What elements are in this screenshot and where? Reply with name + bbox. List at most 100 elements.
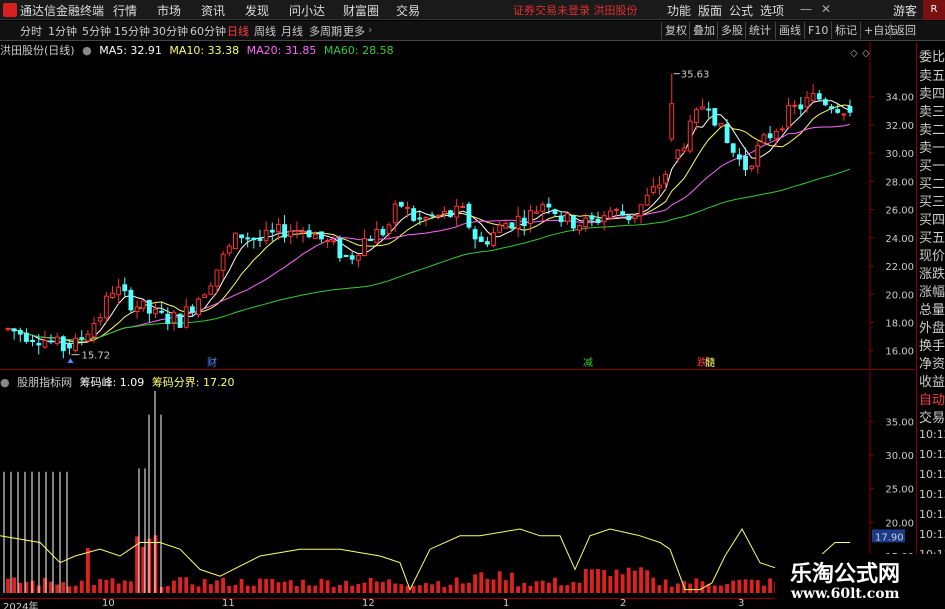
candle-body bbox=[429, 214, 435, 217]
rp-volume[interactable]: 总量 bbox=[919, 299, 945, 318]
period-fenshi[interactable]: 分时 bbox=[20, 23, 42, 39]
minimize-icon[interactable]: — bbox=[800, 2, 812, 16]
menu-gongshi[interactable]: 公式 bbox=[729, 2, 753, 19]
menu-xuanxiang[interactable]: 选项 bbox=[760, 2, 784, 19]
chip-bar bbox=[755, 580, 760, 593]
chip-bar bbox=[282, 581, 287, 593]
btn-huaxian[interactable]: 画线 bbox=[775, 22, 804, 39]
menu-zixun[interactable]: 资讯 bbox=[201, 2, 225, 19]
close-icon[interactable]: ✕ bbox=[821, 2, 831, 16]
candle-body bbox=[724, 124, 730, 143]
rp-auto[interactable]: 自动 bbox=[919, 389, 945, 408]
chip-bar bbox=[172, 580, 176, 593]
chip-bar bbox=[264, 578, 269, 593]
chip-bar bbox=[497, 571, 502, 593]
candlestick-chart[interactable]: 16.00 18.00 20.00 22.00 24.00 26.00 28.00 30.00… bbox=[0, 42, 915, 370]
btn-back[interactable]: 返回 bbox=[890, 22, 919, 39]
rp-sell4[interactable]: 卖四 bbox=[919, 83, 945, 102]
candle-body bbox=[269, 229, 275, 233]
period-1min[interactable]: 1分钟 bbox=[48, 23, 77, 39]
chip-bar bbox=[559, 585, 564, 593]
login-status[interactable]: 证券交易未登录 洪田股份 bbox=[513, 2, 638, 18]
rp-outer[interactable]: 外盘 bbox=[919, 317, 945, 336]
period-60min[interactable]: 60分钟 bbox=[190, 23, 226, 39]
rp-weibi[interactable]: 委比 bbox=[919, 46, 945, 65]
menu-wenxiaoda[interactable]: 问小达 bbox=[289, 2, 325, 19]
rp-sell1[interactable]: 卖一 bbox=[919, 137, 945, 156]
rp-netasset[interactable]: 净资 bbox=[919, 353, 945, 372]
candle-body bbox=[583, 217, 589, 228]
indicator-dot-icon[interactable]: ● bbox=[0, 376, 10, 389]
settings-dot-icon[interactable]: ● bbox=[82, 44, 92, 57]
period-weekly[interactable]: 周线 bbox=[254, 23, 276, 39]
rp-earnings[interactable]: 收益 bbox=[919, 371, 945, 390]
period-30min[interactable]: 30分钟 bbox=[152, 23, 188, 39]
chip-bar bbox=[657, 585, 662, 593]
rp-buy4[interactable]: 买四 bbox=[919, 209, 945, 228]
btn-biaoji[interactable]: 标记 bbox=[831, 22, 860, 39]
period-monthly[interactable]: 月线 bbox=[281, 23, 303, 39]
btn-duogu[interactable]: 多股 bbox=[717, 22, 746, 39]
ma60-line bbox=[7, 168, 851, 341]
chip-bar bbox=[319, 578, 324, 593]
menu-gongneng[interactable]: 功能 bbox=[667, 2, 691, 19]
period-5min[interactable]: 5分钟 bbox=[82, 23, 111, 39]
chip-bar bbox=[49, 581, 53, 593]
chip-bar bbox=[276, 582, 281, 593]
period-more[interactable]: 更多 bbox=[343, 23, 365, 39]
chip-bar bbox=[602, 570, 607, 593]
btn-fuquan[interactable]: 复权 bbox=[661, 22, 690, 39]
candle-body bbox=[595, 218, 601, 223]
rp-sell2[interactable]: 卖二 bbox=[919, 119, 945, 138]
chevron-right-icon[interactable]: › bbox=[368, 23, 372, 36]
rp-sell3[interactable]: 卖三 bbox=[919, 101, 945, 120]
chip-bar bbox=[632, 570, 637, 593]
chip-bar bbox=[467, 582, 471, 593]
menu-hangqing[interactable]: 行情 bbox=[113, 2, 137, 19]
menu-banmian[interactable]: 版面 bbox=[698, 2, 722, 19]
candle-body bbox=[540, 204, 546, 212]
rp-change[interactable]: 涨跌 bbox=[919, 263, 945, 282]
chip-bar bbox=[553, 577, 557, 593]
price-tick-label: 32.00 bbox=[885, 121, 914, 132]
watermark: 乐淘公式网 www.60lt.com bbox=[775, 554, 945, 609]
guest-label[interactable]: 游客 bbox=[893, 2, 917, 19]
rp-trade[interactable]: 交易 bbox=[919, 407, 945, 426]
chip-bar bbox=[424, 583, 428, 593]
rp-buy5[interactable]: 买五 bbox=[919, 227, 945, 246]
rp-buy3[interactable]: 买三 bbox=[919, 191, 945, 210]
candle-body bbox=[380, 228, 386, 236]
candle-body bbox=[687, 120, 693, 152]
chip-bar bbox=[731, 580, 736, 593]
candle-body bbox=[700, 106, 705, 110]
rp-sell5[interactable]: 卖五 bbox=[919, 65, 945, 84]
menu-jiaoyi[interactable]: 交易 bbox=[396, 2, 420, 19]
menu-shichang[interactable]: 市场 bbox=[157, 2, 181, 19]
btn-diejia[interactable]: 叠加 bbox=[689, 22, 718, 39]
rp-time-3: 10:12 bbox=[919, 468, 945, 481]
chip-bar bbox=[12, 577, 17, 593]
btn-tongji[interactable]: 统计 bbox=[745, 22, 774, 39]
rp-turnover[interactable]: 换手 bbox=[919, 335, 945, 354]
period-15min[interactable]: 15分钟 bbox=[114, 23, 150, 39]
candle-body bbox=[712, 108, 718, 126]
menu-faxian[interactable]: 发现 bbox=[245, 2, 269, 19]
candle-body bbox=[743, 155, 748, 171]
chip-bar bbox=[233, 584, 238, 593]
rp-buy1[interactable]: 买一 bbox=[919, 155, 945, 174]
chip-bar bbox=[491, 579, 496, 593]
period-multi[interactable]: 多周期 bbox=[309, 23, 342, 39]
marker-sui: 髓 bbox=[705, 356, 715, 369]
candle-body bbox=[325, 240, 330, 243]
btn-f10[interactable]: F10 bbox=[804, 22, 831, 39]
candle-body bbox=[798, 104, 804, 110]
stock-name[interactable]: 洪田股份(日线) bbox=[0, 44, 75, 57]
period-daily[interactable]: 日线 bbox=[227, 23, 249, 39]
menu-caifuquan[interactable]: 财富圈 bbox=[343, 2, 379, 19]
rp-change-pct[interactable]: 涨幅 bbox=[919, 281, 945, 300]
chip-bar bbox=[380, 581, 385, 593]
indicator-name[interactable]: 股朋指标网 bbox=[17, 376, 72, 389]
chip-bar bbox=[719, 585, 723, 593]
rp-price[interactable]: 现价 bbox=[919, 245, 945, 264]
rp-buy2[interactable]: 买二 bbox=[919, 173, 945, 192]
